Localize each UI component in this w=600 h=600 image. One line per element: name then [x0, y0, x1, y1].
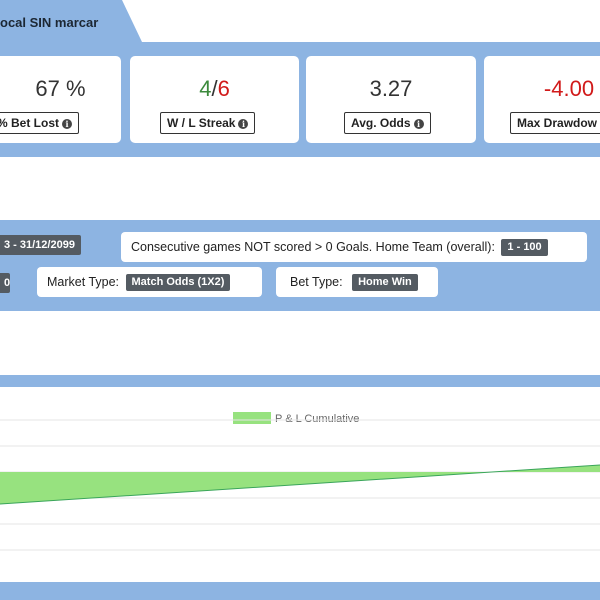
info-icon[interactable]: i: [238, 119, 249, 129]
stat-card-avg-odds: 3.27 Avg. Odds i: [306, 56, 476, 143]
wins-count: 4: [199, 76, 212, 101]
bet-lost-value: 67 %: [35, 76, 86, 101]
avg-odds-value: 3.27: [369, 76, 413, 101]
stats-panel: 67 % % Bet Lost i 4/6 W / L Streak i 3.27 …: [0, 42, 600, 157]
section-tab[interactable]: ocal SIN marcar: [0, 0, 142, 42]
stat-card-wl-streak: 4/6 W / L Streak i: [130, 56, 299, 143]
max-drawdown-value: -4.00: [543, 76, 595, 101]
info-icon[interactable]: i: [413, 119, 424, 129]
consecutive-games-label: Consecutive games NOT scored > 0 Goals. …: [131, 240, 495, 254]
wl-streak-value: 4/6: [199, 76, 230, 101]
max-drawdown-label[interactable]: Max Drawdow: [510, 112, 600, 134]
date-range-tag: 3 - 31/12/2099: [0, 235, 81, 255]
bet-type-filter[interactable]: Bet Type: Home Win: [276, 267, 438, 297]
market-type-value: Match Odds (1X2): [125, 274, 231, 291]
stat-card-bet-lost: 67 % % Bet Lost i: [0, 56, 121, 143]
partial-filter-tag: 0: [0, 273, 10, 293]
losses-count: 6: [217, 76, 230, 101]
market-type-label: Market Type:: [47, 275, 120, 289]
filters-panel: 3 - 31/12/2099 Consecutive games NOT sco…: [0, 220, 600, 311]
stat-card-max-drawdown: -4.00 Max Drawdow: [484, 56, 600, 143]
avg-odds-label[interactable]: Avg. Odds i: [344, 112, 431, 134]
chart-section: P & L Cumulative: [0, 375, 600, 600]
bet-type-value: Home Win: [352, 274, 418, 291]
section-tab-title: ocal SIN marcar: [0, 15, 99, 30]
consecutive-games-value: 1 - 100: [501, 239, 548, 256]
bet-lost-label[interactable]: % Bet Lost i: [0, 112, 80, 134]
bet-type-label: Bet Type:: [290, 275, 343, 289]
consecutive-games-filter[interactable]: Consecutive games NOT scored > 0 Goals. …: [121, 232, 587, 262]
wl-streak-label[interactable]: W / L Streak i: [160, 112, 256, 134]
pl-chart-svg: [0, 419, 600, 551]
info-icon[interactable]: i: [62, 119, 73, 129]
market-type-filter[interactable]: Market Type: Match Odds (1X2): [37, 267, 262, 297]
pl-chart: P & L Cumulative: [0, 387, 600, 582]
